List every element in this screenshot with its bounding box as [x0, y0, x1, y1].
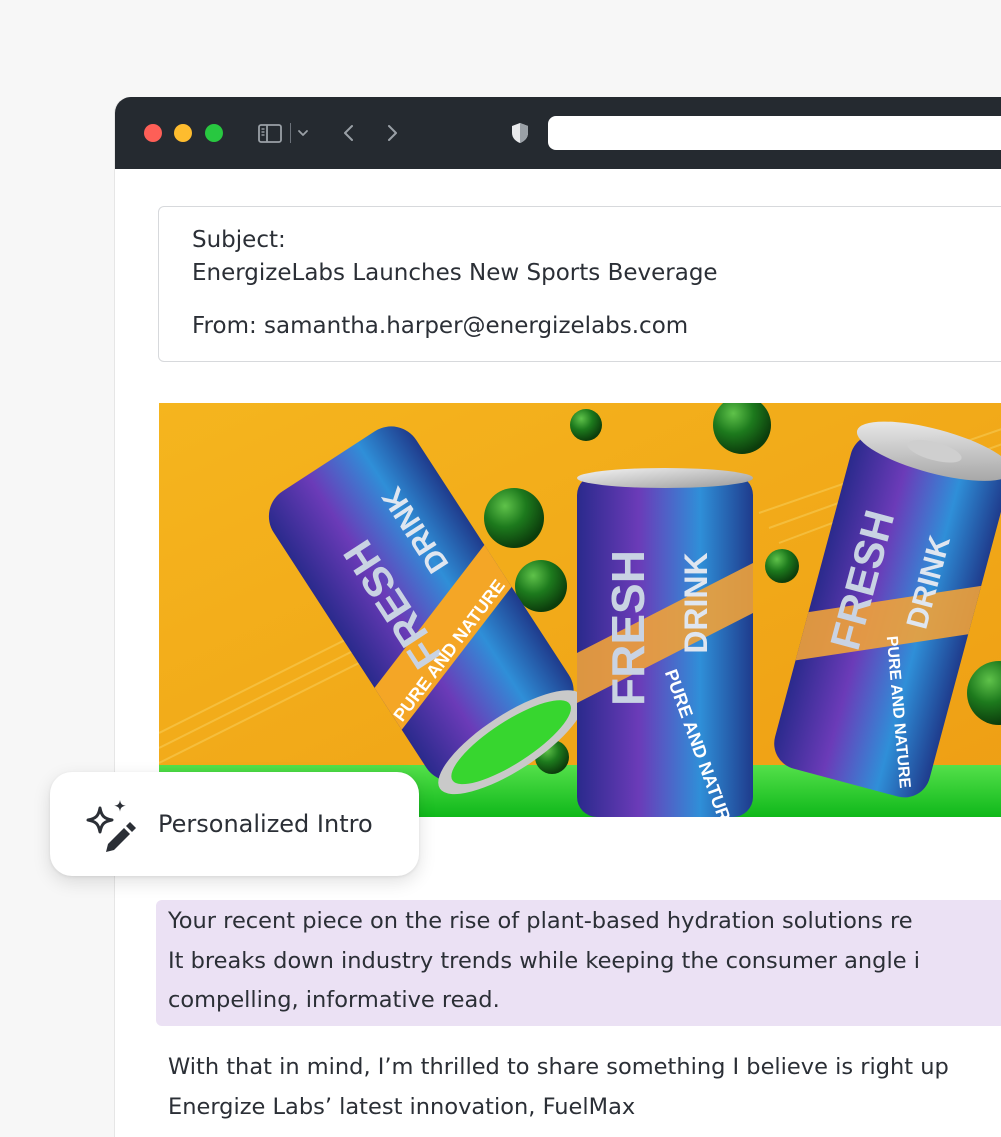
browser-window: Subject: EnergizeLabs Launches New Sport… — [115, 97, 1001, 1137]
body-line: With that in mind, I’m thrilled to share… — [168, 1054, 949, 1080]
email-from: From: samantha.harper@energizelabs.com — [192, 313, 689, 339]
hero-image: FRESH DRINK PURE AND NATURE FRESH DRINK … — [159, 403, 1001, 817]
intro-line: Your recent piece on the rise of plant-b… — [168, 908, 913, 934]
email-header: Subject: EnergizeLabs Launches New Sport… — [158, 206, 1001, 362]
email-view: Subject: EnergizeLabs Launches New Sport… — [115, 169, 1001, 1137]
svg-text:FRESH: FRESH — [602, 550, 654, 706]
shield-icon[interactable] — [508, 119, 532, 147]
minimize-window-button[interactable] — [174, 124, 192, 142]
toolbar-separator — [290, 123, 291, 143]
intro-line: compelling, informative read. — [168, 987, 500, 1013]
forward-arrow-icon[interactable] — [383, 119, 401, 147]
close-window-button[interactable] — [144, 124, 162, 142]
back-arrow-icon[interactable] — [340, 119, 358, 147]
personalized-intro-badge[interactable]: Personalized Intro — [50, 772, 419, 876]
personalized-intro-label: Personalized Intro — [158, 810, 373, 838]
body-line: Energize Labs’ latest innovation, FuelMa… — [168, 1094, 636, 1120]
email-subject: EnergizeLabs Launches New Sports Beverag… — [192, 260, 718, 286]
address-bar[interactable] — [548, 116, 1001, 150]
chevron-down-icon[interactable] — [296, 119, 310, 147]
personalized-intro-highlight: Your recent piece on the rise of plant-b… — [156, 900, 1001, 1026]
intro-line: It breaks down industry trends while kee… — [168, 948, 920, 974]
subject-label: Subject: — [192, 227, 286, 253]
sparkle-pen-icon — [86, 800, 136, 852]
sidebar-icon[interactable] — [257, 119, 283, 147]
drink-can-center: FRESH DRINK PURE AND NATURE — [577, 468, 753, 817]
svg-text:DRINK: DRINK — [678, 552, 714, 653]
maximize-window-button[interactable] — [205, 124, 223, 142]
browser-toolbar — [115, 97, 1001, 169]
